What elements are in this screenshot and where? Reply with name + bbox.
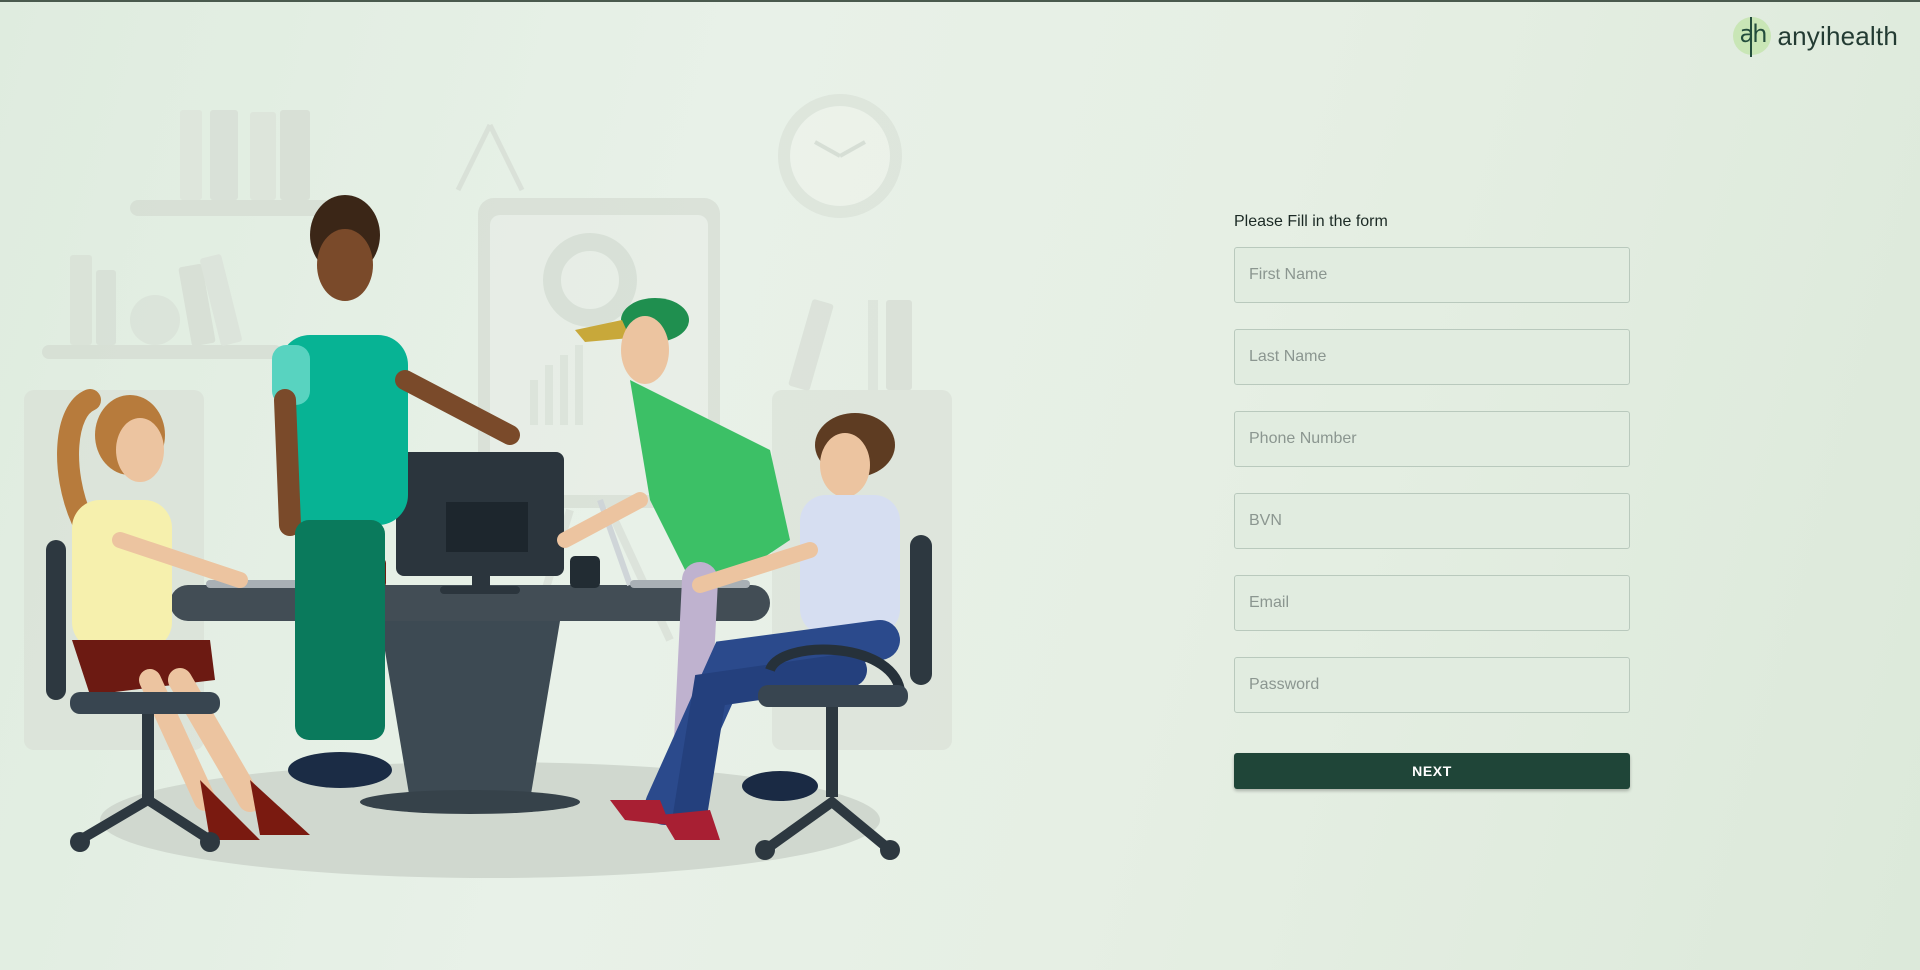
brand-name: anyihealth	[1777, 20, 1898, 51]
bvn-field-wrapper	[1234, 493, 1630, 549]
password-input[interactable]	[1235, 658, 1629, 712]
top-border	[0, 0, 1920, 2]
phone-number-input[interactable]	[1235, 412, 1629, 466]
bvn-input[interactable]	[1235, 494, 1629, 548]
brand-mark-icon: ah	[1733, 17, 1772, 57]
first-name-field-wrapper	[1234, 247, 1630, 303]
password-field-wrapper	[1234, 657, 1630, 713]
team-working-at-table-illustration	[24, 94, 952, 878]
email-field-wrapper	[1234, 575, 1630, 631]
last-name-field-wrapper	[1234, 329, 1630, 385]
phone-number-field-wrapper	[1234, 411, 1630, 467]
form-title: Please Fill in the form	[1234, 213, 1388, 230]
signup-form: Please Fill in the form NEXT	[1234, 212, 1630, 789]
last-name-input[interactable]	[1235, 330, 1629, 384]
email-input[interactable]	[1235, 576, 1629, 630]
first-name-input[interactable]	[1235, 248, 1629, 302]
next-button[interactable]: NEXT	[1234, 753, 1630, 789]
brand-logo[interactable]: ah anyihealth	[1733, 16, 1898, 57]
